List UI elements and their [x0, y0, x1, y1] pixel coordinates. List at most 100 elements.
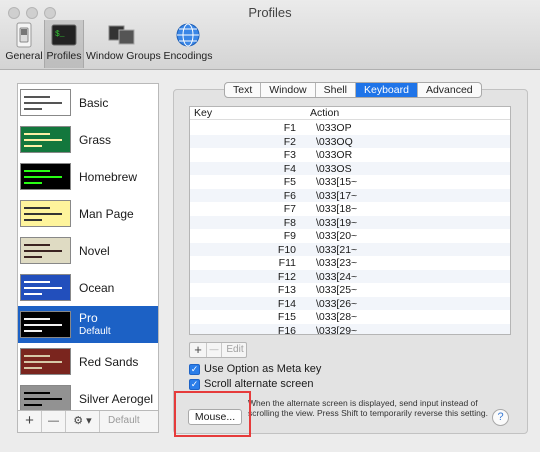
table-row[interactable]: F10 \033[21~ — [190, 242, 510, 256]
key-cell: F6 — [283, 189, 296, 202]
toolbar-encodings[interactable]: Encodings — [162, 20, 214, 68]
key-cell: F5 — [283, 176, 296, 188]
preferences-window: Profiles General $_ Profiles Window Grou… — [0, 0, 540, 452]
profile-item-pro[interactable]: Pro Default — [18, 306, 158, 343]
toolbar-profiles[interactable]: $_ Profiles — [44, 20, 84, 68]
add-key-button[interactable]: + — [190, 343, 207, 357]
alternate-screen-note: When the alternate screen is displayed, … — [248, 398, 488, 418]
table-row[interactable]: F3 \033OR — [190, 148, 510, 162]
profile-item-basic[interactable]: Basic — [18, 84, 158, 121]
table-row[interactable]: F14 \033[26~ — [190, 296, 510, 310]
table-row[interactable]: F2 \033OQ — [190, 134, 510, 148]
profile-name: Pro — [79, 311, 98, 325]
toolbar-general-label: General — [5, 50, 43, 62]
column-header-key[interactable]: Key — [194, 107, 212, 119]
action-cell: \033OQ — [316, 135, 353, 148]
key-cell: F12 — [277, 270, 296, 283]
key-cell: F3 — [283, 149, 296, 161]
key-cell: F7 — [283, 203, 296, 215]
action-cell: \033OP — [316, 122, 352, 134]
table-row[interactable]: F13 \033[25~ — [190, 283, 510, 297]
tab-keyboard[interactable]: Keyboard — [355, 83, 418, 97]
table-row[interactable]: F8 \033[19~ — [190, 215, 510, 229]
key-cell: F2 — [283, 135, 296, 148]
table-row[interactable]: F4 \033OS — [190, 161, 510, 175]
tab-advanced[interactable]: Advanced — [418, 83, 481, 97]
profile-item-red-sands[interactable]: Red Sands — [18, 343, 158, 380]
toolbar-profiles-label: Profiles — [46, 50, 82, 62]
profile-item-grass[interactable]: Grass — [18, 121, 158, 158]
toolbar-window-groups[interactable]: Window Groups — [86, 20, 161, 68]
profile-name: Man Page — [79, 207, 134, 221]
profile-thumbnail — [20, 385, 71, 410]
profile-name: Grass — [79, 133, 112, 147]
key-cell: F9 — [283, 230, 296, 242]
help-button[interactable]: ? — [492, 409, 509, 426]
profile-thumbnail — [20, 89, 71, 116]
table-row[interactable]: F7 \033[18~ — [190, 202, 510, 216]
column-header-action[interactable]: Action — [310, 107, 339, 119]
default-profile-label: Default — [79, 326, 111, 337]
action-cell: \033[28~ — [316, 311, 358, 323]
tab-shell[interactable]: Shell — [316, 83, 356, 97]
profiles-list-toolbar: + — ⚙ ▾ Default — [17, 411, 159, 433]
key-table-toolbar: + — Edit — [189, 342, 247, 358]
key-cell: F1 — [283, 122, 296, 134]
window-title: Profiles — [248, 5, 292, 20]
default-button[interactable]: Default — [108, 415, 140, 426]
table-row[interactable]: F15 \033[28~ — [190, 310, 510, 324]
profile-item-man-page[interactable]: Man Page — [18, 195, 158, 232]
profile-thumbnail — [20, 126, 71, 153]
profile-thumbnail — [20, 200, 71, 227]
profile-item-silver-aerogel[interactable]: Silver Aerogel — [18, 380, 158, 410]
title-bar: Profiles General $_ Profiles Window Grou… — [0, 0, 540, 70]
key-mapping-table[interactable]: Key Action F1 \033OP F2 \033OQ F3 \033OR F4 \03… — [189, 106, 511, 335]
profile-thumbnail — [20, 348, 71, 375]
scroll-alternate-checkbox[interactable]: ✓ — [189, 379, 200, 390]
action-cell: \033OR — [316, 149, 353, 161]
tab-window[interactable]: Window — [261, 83, 316, 97]
table-row[interactable]: F16 \033[29~ — [190, 323, 510, 334]
remove-key-button[interactable]: — — [207, 343, 222, 357]
table-row[interactable]: F11 \033[23~ — [190, 256, 510, 270]
key-cell: F8 — [283, 216, 296, 229]
table-row[interactable]: F9 \033[20~ — [190, 229, 510, 243]
action-cell: \033[18~ — [316, 203, 358, 215]
scroll-alternate-label: Scroll alternate screen — [204, 378, 314, 390]
action-cell: \033[24~ — [316, 270, 358, 283]
profile-name: Basic — [79, 96, 109, 110]
profile-thumbnail — [20, 163, 71, 190]
profile-name: Homebrew — [79, 170, 138, 184]
add-profile-button[interactable]: + — [18, 411, 42, 432]
action-cell: \033[25~ — [316, 284, 358, 296]
key-cell: F10 — [277, 243, 296, 256]
toolbar-window-groups-label: Window Groups — [86, 50, 161, 62]
profile-item-homebrew[interactable]: Homebrew — [18, 158, 158, 195]
table-row[interactable]: F12 \033[24~ — [190, 269, 510, 283]
key-cell: F14 — [277, 297, 296, 310]
action-cell: \033[19~ — [316, 216, 358, 229]
meta-key-label: Use Option as Meta key — [204, 363, 322, 375]
toolbar-general[interactable]: General — [4, 20, 44, 68]
profile-thumbnail — [20, 237, 71, 264]
key-cell: F4 — [283, 162, 296, 175]
gear-menu-button[interactable]: ⚙ ▾ — [66, 411, 100, 432]
profile-item-ocean[interactable]: Ocean — [18, 269, 158, 306]
table-row[interactable]: F6 \033[17~ — [190, 188, 510, 202]
table-header: Key Action — [190, 107, 510, 120]
profiles-list[interactable]: Basic Grass Homebrew Man Page Novel Ocea… — [17, 83, 159, 411]
tab-text[interactable]: Text — [225, 83, 262, 97]
profile-item-novel[interactable]: Novel — [18, 232, 158, 269]
light-switch-icon — [16, 22, 32, 48]
meta-key-checkbox[interactable]: ✓ — [189, 364, 200, 375]
highlight-annotation-box — [174, 391, 251, 437]
action-cell: \033[21~ — [316, 243, 358, 256]
remove-profile-button[interactable]: — — [42, 411, 66, 432]
terminal-icon: $_ — [51, 24, 77, 46]
edit-key-button[interactable]: Edit — [223, 343, 247, 357]
toolbar-encodings-label: Encodings — [163, 50, 213, 62]
table-row[interactable]: F1 \033OP — [190, 121, 510, 135]
action-cell: \033OS — [316, 162, 352, 175]
table-row[interactable]: F5 \033[15~ — [190, 175, 510, 189]
key-cell: F11 — [278, 257, 296, 269]
